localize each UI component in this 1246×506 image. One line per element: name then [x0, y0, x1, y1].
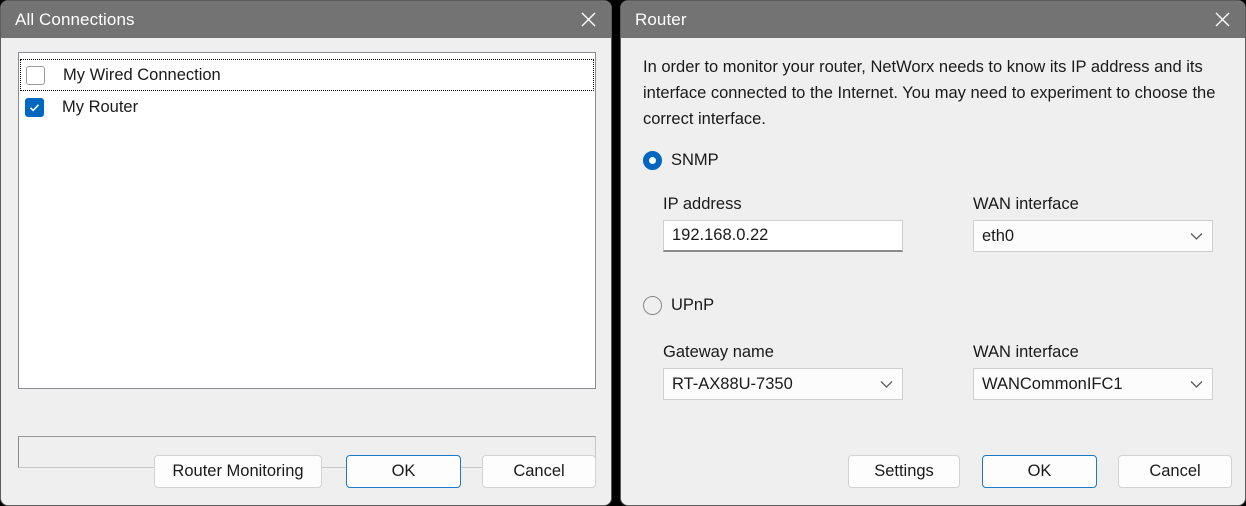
checkbox-checked-icon[interactable] [25, 97, 44, 117]
list-item-label: My Wired Connection [63, 65, 221, 84]
checkbox-unchecked-icon[interactable] [26, 65, 45, 85]
gateway-name-label: Gateway name [663, 343, 774, 361]
list-item-label: My Router [62, 97, 139, 116]
router-monitoring-button[interactable]: Router Monitoring [154, 455, 322, 488]
close-icon[interactable] [565, 1, 611, 38]
snmp-radio-row[interactable]: SNMP [643, 151, 719, 170]
ip-address-label: IP address [663, 195, 742, 213]
ok-button[interactable]: OK [982, 455, 1097, 488]
radio-unselected-icon[interactable] [643, 296, 662, 315]
ok-button[interactable]: OK [346, 455, 461, 488]
gateway-name-select[interactable]: RT-AX88U-7350 [663, 368, 903, 400]
list-item[interactable]: My Router [19, 91, 595, 123]
router-description: In order to monitor your router, NetWorx… [643, 58, 1216, 128]
all-connections-title: All Connections [15, 9, 135, 29]
snmp-radio-label: SNMP [671, 151, 719, 169]
upnp-radio-label: UPnP [671, 296, 715, 314]
upnp-wan-interface-label: WAN interface [973, 343, 1079, 361]
chevron-down-icon [880, 380, 893, 389]
snmp-wan-interface-label: WAN interface [973, 195, 1079, 213]
cancel-button[interactable]: Cancel [482, 455, 596, 488]
cancel-button[interactable]: Cancel [1118, 455, 1232, 488]
screen: All Connections My Wired Connection My R… [0, 0, 1246, 506]
list-item[interactable]: My Wired Connection [20, 59, 594, 91]
all-connections-body: My Wired Connection My Router Router Mon… [1, 38, 611, 505]
ip-address-input[interactable]: 192.168.0.22 [663, 220, 903, 252]
router-titlebar: Router [621, 1, 1245, 38]
upnp-radio-row[interactable]: UPnP [643, 296, 714, 315]
gateway-name-value: RT-AX88U-7350 [672, 374, 793, 393]
snmp-wan-interface-select[interactable]: eth0 [973, 220, 1213, 252]
all-connections-titlebar: All Connections [1, 1, 611, 38]
close-icon[interactable] [1199, 1, 1245, 38]
router-body: In order to monitor your router, NetWorx… [621, 38, 1245, 505]
upnp-wan-interface-select[interactable]: WANCommonIFC1 [973, 368, 1213, 400]
radio-selected-icon[interactable] [643, 151, 662, 170]
chevron-down-icon [1190, 380, 1203, 389]
router-dialog: Router In order to monitor your router, … [620, 0, 1246, 506]
router-title: Router [635, 9, 687, 29]
upnp-wan-interface-value: WANCommonIFC1 [982, 374, 1123, 393]
all-connections-dialog: All Connections My Wired Connection My R… [0, 0, 612, 506]
snmp-wan-interface-value: eth0 [982, 226, 1015, 245]
chevron-down-icon [1190, 232, 1203, 241]
connections-listbox[interactable]: My Wired Connection My Router [18, 52, 596, 389]
settings-button[interactable]: Settings [848, 455, 960, 488]
